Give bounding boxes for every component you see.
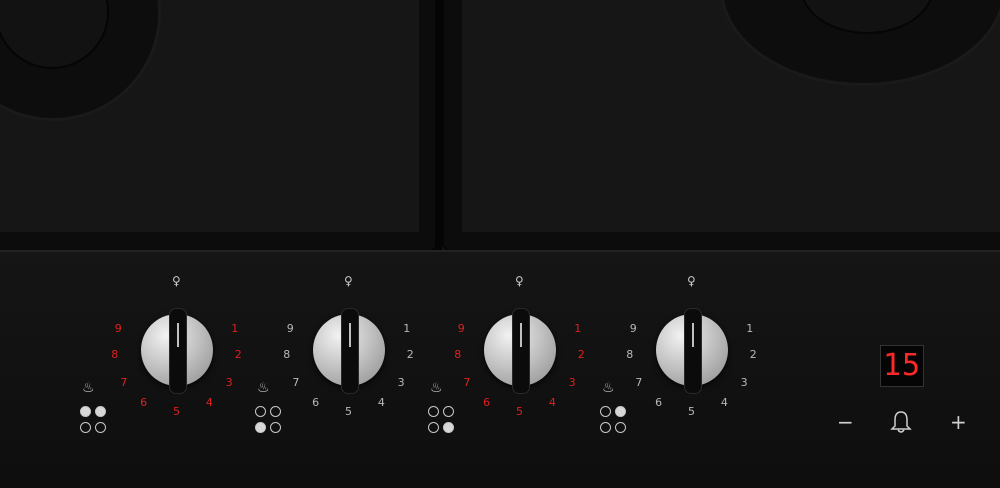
scale-label: 7 xyxy=(292,375,300,389)
scale-label: 8 xyxy=(283,348,291,362)
knob-2[interactable] xyxy=(313,308,385,394)
scale-label: 7 xyxy=(635,375,643,389)
zone-indicator-dot xyxy=(80,406,91,417)
scale-label: 4 xyxy=(377,395,385,409)
scale-label: 6 xyxy=(140,395,148,409)
heat-icon: ♨ xyxy=(257,380,269,396)
off-mark-icon: ♀ xyxy=(344,274,353,288)
zone-indicator-dot xyxy=(270,422,281,433)
scale-label: 5 xyxy=(173,405,180,418)
scale-label: 2 xyxy=(749,348,757,362)
scale-label: 8 xyxy=(626,348,634,362)
knob-indicator xyxy=(349,323,351,347)
scale-label: 6 xyxy=(312,395,320,409)
timer-minus-button[interactable]: − xyxy=(837,412,854,432)
knob-indicator xyxy=(692,323,694,347)
scale-label: 9 xyxy=(629,321,637,335)
zone-indicator-dot xyxy=(255,406,266,417)
scale-label: 4 xyxy=(205,395,213,409)
scale-label: 6 xyxy=(483,395,491,409)
scale-label: 9 xyxy=(114,321,122,335)
zone-indicator-dot xyxy=(95,422,106,433)
scale-label: 1 xyxy=(403,321,411,335)
zone-indicator-dot xyxy=(80,422,91,433)
heat-icon: ♨ xyxy=(82,380,94,396)
zone-indicator-dot xyxy=(428,406,439,417)
zone-indicator-dot xyxy=(615,422,626,433)
zone-indicator-dot xyxy=(270,406,281,417)
cooktop: ♀ 1 2 3 4 5 6 7 8 9 ♨ ♀ 1 2 3 4 5 6 7 8 9 ♨ ♀ 1 2 3 4 5 6 7 8 9 ♨ ♀ 1 2 3 4 5 6… xyxy=(0,0,1000,488)
zone-indicator-dot xyxy=(443,422,454,433)
zone-indicator-dot xyxy=(428,422,439,433)
scale-label: 9 xyxy=(457,321,465,335)
knob-grip[interactable] xyxy=(169,308,187,394)
timer-display: 15 xyxy=(880,345,924,387)
zone-indicator-dot xyxy=(255,422,266,433)
scale-label: 1 xyxy=(231,321,239,335)
scale-label: 2 xyxy=(406,348,414,362)
scale-label: 8 xyxy=(454,348,462,362)
scale-label: 5 xyxy=(688,405,695,418)
grate-divider xyxy=(435,0,442,250)
zone-indicator-dot xyxy=(95,406,106,417)
knob-grip[interactable] xyxy=(341,308,359,394)
knob-1[interactable] xyxy=(141,308,213,394)
scale-label: 7 xyxy=(463,375,471,389)
scale-label: 8 xyxy=(111,348,119,362)
scale-label: 3 xyxy=(397,375,405,389)
scale-label: 2 xyxy=(234,348,242,362)
scale-label: 7 xyxy=(120,375,128,389)
scale-label: 1 xyxy=(574,321,582,335)
scale-label: 4 xyxy=(720,395,728,409)
scale-label: 1 xyxy=(746,321,754,335)
knob-indicator xyxy=(177,323,179,347)
knob-grip[interactable] xyxy=(684,308,702,394)
scale-label: 6 xyxy=(655,395,663,409)
scale-label: 3 xyxy=(568,375,576,389)
heat-icon: ♨ xyxy=(430,380,442,396)
heat-icon: ♨ xyxy=(602,380,614,396)
zone-indicator-dot xyxy=(443,406,454,417)
scale-label: 9 xyxy=(286,321,294,335)
zone-indicator-dot xyxy=(600,406,611,417)
knob-3[interactable] xyxy=(484,308,556,394)
off-mark-icon: ♀ xyxy=(687,274,696,288)
timer-plus-button[interactable]: + xyxy=(950,412,967,432)
knob-grip[interactable] xyxy=(512,308,530,394)
bell-icon[interactable] xyxy=(890,410,912,434)
knob-4[interactable] xyxy=(656,308,728,394)
zone-indicator-dot xyxy=(615,406,626,417)
scale-label: 5 xyxy=(345,405,352,418)
off-mark-icon: ♀ xyxy=(515,274,524,288)
scale-label: 3 xyxy=(740,375,748,389)
scale-label: 4 xyxy=(548,395,556,409)
scale-label: 5 xyxy=(516,405,523,418)
scale-label: 3 xyxy=(225,375,233,389)
zone-indicator-dot xyxy=(600,422,611,433)
scale-label: 2 xyxy=(577,348,585,362)
knob-indicator xyxy=(520,323,522,347)
off-mark-icon: ♀ xyxy=(172,274,181,288)
